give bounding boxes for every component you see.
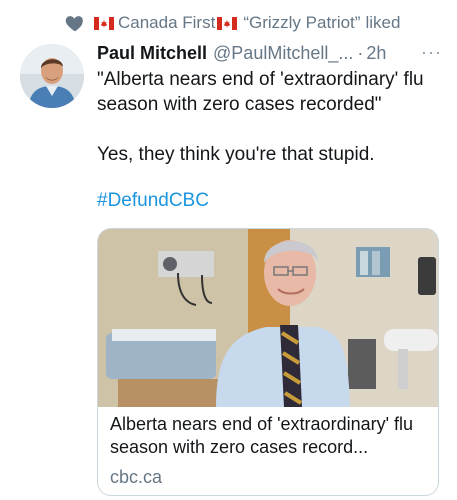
link-preview-domain: cbc.ca	[110, 467, 163, 487]
timestamp[interactable]: 2h	[366, 43, 386, 64]
more-options-icon[interactable]: ···	[421, 42, 442, 63]
liked-label: liked	[365, 13, 401, 32]
liked-by-account[interactable]: Canada First	[118, 13, 215, 33]
tweet-comment-line: Yes, they think you're that stupid.	[97, 144, 375, 165]
avatar[interactable]	[20, 44, 84, 108]
canada-flag-icon	[217, 16, 238, 30]
separator-dot: ·	[357, 42, 364, 63]
display-name[interactable]: Paul Mitchell	[97, 43, 207, 64]
user-handle[interactable]: @PaulMitchell_...	[213, 43, 353, 64]
social-context[interactable]: Canada First “Grizzly Patriot” liked	[65, 10, 401, 36]
hashtag-link[interactable]: #DefundCBC	[97, 190, 209, 212]
link-preview-title: Alberta nears end of 'extraordinary' flu…	[110, 414, 414, 457]
link-preview-image	[98, 229, 438, 407]
heart-icon	[65, 16, 83, 32]
avatar-portrait-image	[20, 44, 84, 108]
canada-flag-icon	[94, 16, 114, 30]
liker-name[interactable]: “Grizzly Patriot”	[243, 13, 360, 33]
tweet-header: Paul Mitchell @PaulMitchell_... · 2h ···	[97, 40, 442, 66]
tweet-text: "Alberta nears end of 'extraordinary' fl…	[97, 67, 442, 167]
tweet-quote-line: "Alberta nears end of 'extraordinary' fl…	[97, 69, 424, 115]
link-preview-card[interactable]: Alberta nears end of 'extraordinary' flu…	[97, 228, 439, 496]
